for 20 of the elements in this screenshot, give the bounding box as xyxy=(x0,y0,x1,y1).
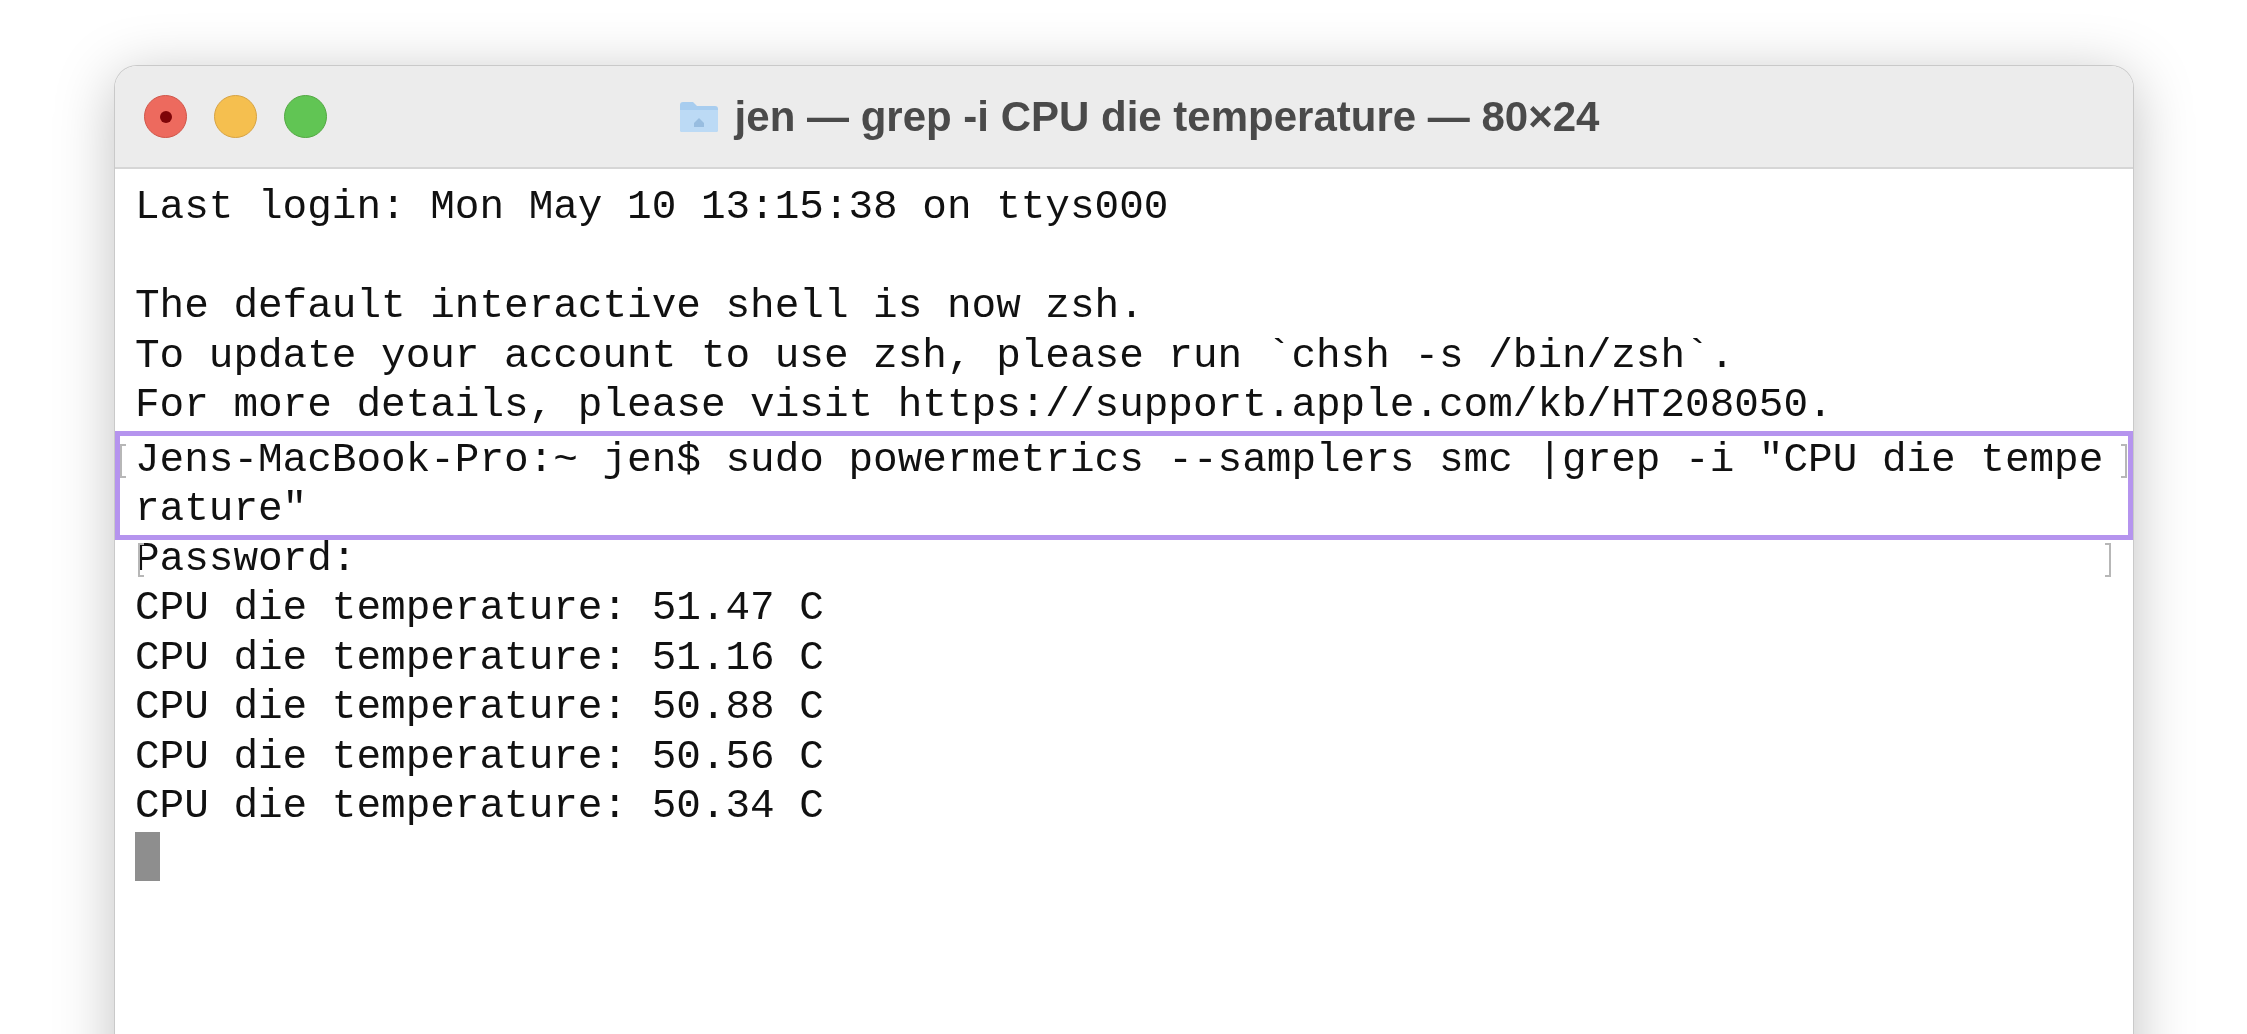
line-mark xyxy=(2121,443,2127,478)
terminal-line: The default interactive shell is now zsh. xyxy=(135,282,1144,331)
terminal-line: Last login: Mon May 10 13:15:38 on ttys000 xyxy=(135,183,1169,232)
terminal-line: CPU die temperature: 50.34 C xyxy=(135,782,824,831)
terminal-line: rature" xyxy=(135,485,308,534)
terminal-line: CPU die temperature: 51.16 C xyxy=(135,633,824,683)
text-cursor xyxy=(135,831,160,881)
folder-icon xyxy=(678,100,719,133)
terminal-line: CPU die temperature: 50.88 C xyxy=(135,683,824,732)
terminal-line: Jens-MacBook-Pro:~ jen$ sudo powermetrics --samplers smc |grep -i "CPU die tempe xyxy=(135,435,2104,485)
zoom-button[interactable] xyxy=(284,95,327,138)
terminal-line: CPU die temperature: 51.47 C xyxy=(135,584,824,633)
terminal-line: Password: xyxy=(135,534,357,584)
minimize-button[interactable] xyxy=(214,95,257,138)
terminal-line: To update your account to use zsh, please run `chsh -s /bin/zsh`. xyxy=(135,331,1735,381)
window-title: jen — grep -i CPU die temperature — 80×24 xyxy=(734,92,1600,141)
close-button[interactable] xyxy=(144,95,187,138)
line-mark xyxy=(2105,542,2111,577)
terminal-line: CPU die temperature: 50.56 C xyxy=(135,732,824,782)
terminal-line: For more details, please visit https://support.apple.com/kb/HT208050. xyxy=(135,381,1833,430)
